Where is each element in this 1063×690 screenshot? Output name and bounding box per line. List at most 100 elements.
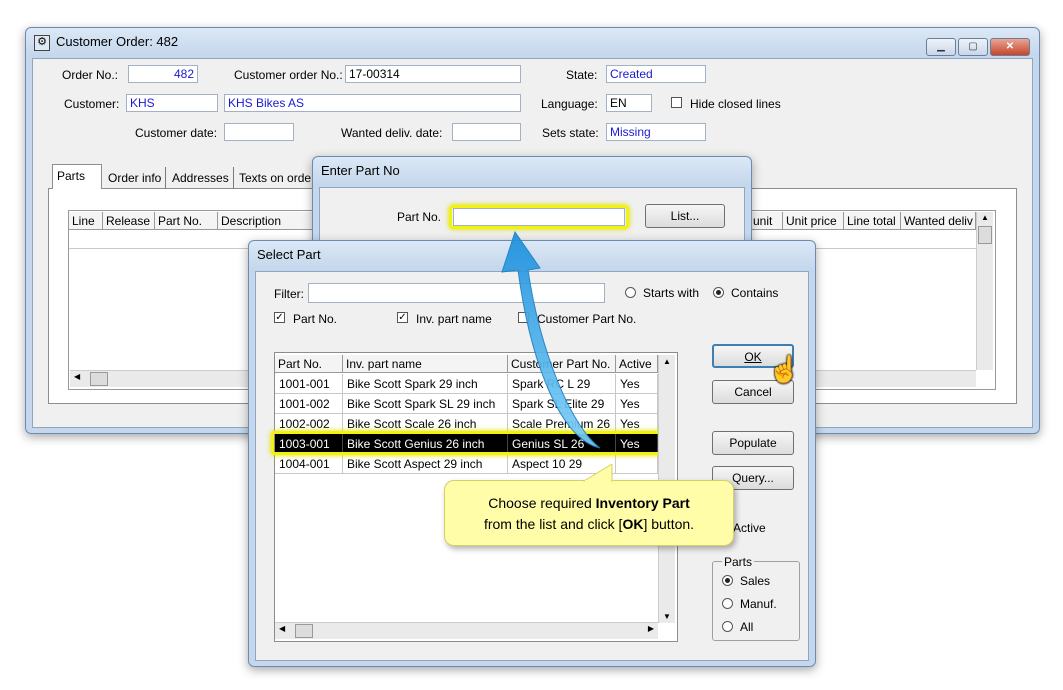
cell-part-no[interactable]: 1001-001 [275,374,343,394]
col-sel-inv-name[interactable]: Inv. part name [343,355,508,373]
tab-parts[interactable]: Parts [52,164,102,189]
customer-name-field[interactable]: KHS Bikes AS [224,94,521,112]
col-sel-customer-part-no[interactable]: Customer Part No. [508,355,616,373]
parts-scroll-down-icon[interactable]: ▼ [659,612,675,621]
hand-cursor-icon: ☝ [768,354,801,384]
col-unit-price[interactable]: Unit price [783,212,844,230]
state-label: State: [566,68,598,82]
scroll-thumb[interactable] [978,226,992,244]
maximize-button[interactable]: ▢ [958,38,988,56]
callout-text-3: ] button. [643,516,695,532]
hide-closed-label: Hide closed lines [690,97,781,111]
sets-state-field: Missing [606,123,706,141]
col-sel-part-no[interactable]: Part No. [275,355,343,373]
customer-part-no-checkbox[interactable] [518,312,529,323]
selected-row-highlight [271,431,661,455]
parts-all-radio[interactable] [722,621,733,632]
parts-scroll-h-thumb[interactable] [295,624,313,638]
minimize-button[interactable]: ▁ [926,38,956,56]
callout-bold-1: Inventory Part [595,495,690,511]
part-no-checkbox[interactable]: ✓ [274,312,285,323]
enter-part-no-label: Part No. [397,210,442,224]
col-wanted-deliv[interactable]: Wanted deliv [901,212,976,230]
col-description[interactable]: Description [218,212,318,230]
tab-texts[interactable]: Texts on orde [235,167,315,189]
callout-text-1: Choose required [488,495,596,511]
cell-active[interactable] [616,454,658,474]
customer-order-no-label: Customer order No.: [234,68,343,82]
contains-radio[interactable] [713,287,724,298]
col-release[interactable]: Release [103,212,155,230]
wanted-date-field[interactable] [452,123,521,141]
cell-customer-part-no[interactable]: Spark SL Elite 29 [508,394,616,414]
cell-part-no[interactable]: 1004-001 [275,454,343,474]
grid-vertical-scrollbar[interactable]: ▲ [976,212,993,370]
part-no-checkbox-label: Part No. [293,312,338,326]
callout-pointer [582,464,613,484]
contains-label: Contains [731,286,779,300]
customer-label: Customer: [64,97,120,111]
parts-scroll-up-icon[interactable]: ▲ [659,355,675,369]
parts-horizontal-scrollbar[interactable]: ◀ ▶ [275,622,658,639]
col-line-total[interactable]: Line total [844,212,901,230]
state-field: Created [606,65,706,83]
parts-sales-radio[interactable] [722,575,733,586]
cell-part-no[interactable]: 1001-002 [275,394,343,414]
select-part-title: Select Part [257,247,321,262]
parts-groupbox-label: Parts [722,555,755,569]
filter-label: Filter: [274,287,304,301]
filter-input[interactable] [308,283,605,303]
callout-line-2: from the list and click [OK] button. [445,514,733,535]
customer-order-no-field[interactable]: 17-00314 [345,65,521,83]
scroll-h-thumb[interactable] [90,372,108,386]
order-no-label: Order No.: [62,68,119,82]
sets-state-label: Sets state: [542,126,599,140]
col-unit[interactable]: unit [750,212,783,230]
inv-part-name-checkbox[interactable]: ✓ [397,312,408,323]
close-button[interactable]: ✕ [990,38,1030,56]
ok-button-label: OK [744,350,762,364]
parts-scroll-right-icon[interactable]: ▶ [648,624,654,633]
active-label: Active [733,521,766,535]
customer-code-field[interactable]: KHS [126,94,218,112]
starts-with-label: Starts with [643,286,700,300]
list-button[interactable]: List... [645,204,725,228]
cell-active[interactable]: Yes [616,374,658,394]
enter-part-title: Enter Part No [321,163,400,178]
populate-button[interactable]: Populate [712,431,794,455]
order-no-field[interactable]: 482 [128,65,198,83]
cell-customer-part-no[interactable]: Spark RC L 29 [508,374,616,394]
app-icon: ⚙ [34,35,50,51]
parts-scroll-left-icon[interactable]: ◀ [279,624,285,633]
customer-date-label: Customer date: [135,126,218,140]
language-label: Language: [541,97,598,111]
hide-closed-checkbox[interactable] [671,97,682,108]
inv-part-name-checkbox-label: Inv. part name [416,312,492,326]
col-line[interactable]: Line [69,212,103,230]
parts-sales-label: Sales [740,574,771,588]
cell-inv-name[interactable]: Bike Scott Spark 29 inch [343,374,508,394]
enter-part-no-input[interactable] [453,208,625,226]
cell-inv-name[interactable]: Bike Scott Spark SL 29 inch [343,394,508,414]
parts-manuf-radio[interactable] [722,598,733,609]
tab-order-info[interactable]: Order info [104,167,167,189]
instruction-callout: Choose required Inventory Part from the … [444,480,734,546]
callout-line-1: Choose required Inventory Part [445,493,733,514]
callout-text-2: from the list and click [ [483,516,623,532]
window-title: Customer Order: 482 [56,34,179,49]
customer-date-field[interactable] [224,123,294,141]
parts-manuf-label: Manuf. [740,597,777,611]
tab-addresses[interactable]: Addresses [168,167,234,189]
scroll-up-arrow-icon[interactable]: ▲ [977,212,993,224]
cell-active[interactable]: Yes [616,394,658,414]
col-part-no[interactable]: Part No. [155,212,218,230]
col-sel-active[interactable]: Active [616,355,658,373]
scroll-left-arrow-icon[interactable]: ◀ [74,372,80,381]
cell-inv-name[interactable]: Bike Scott Aspect 29 inch [343,454,508,474]
callout-bold-2: OK [622,516,644,532]
parts-all-label: All [740,620,754,634]
customer-part-no-checkbox-label: Customer Part No. [537,312,637,326]
language-field[interactable]: EN [606,94,652,112]
wanted-date-label: Wanted deliv. date: [341,126,443,140]
starts-with-radio[interactable] [625,287,636,298]
